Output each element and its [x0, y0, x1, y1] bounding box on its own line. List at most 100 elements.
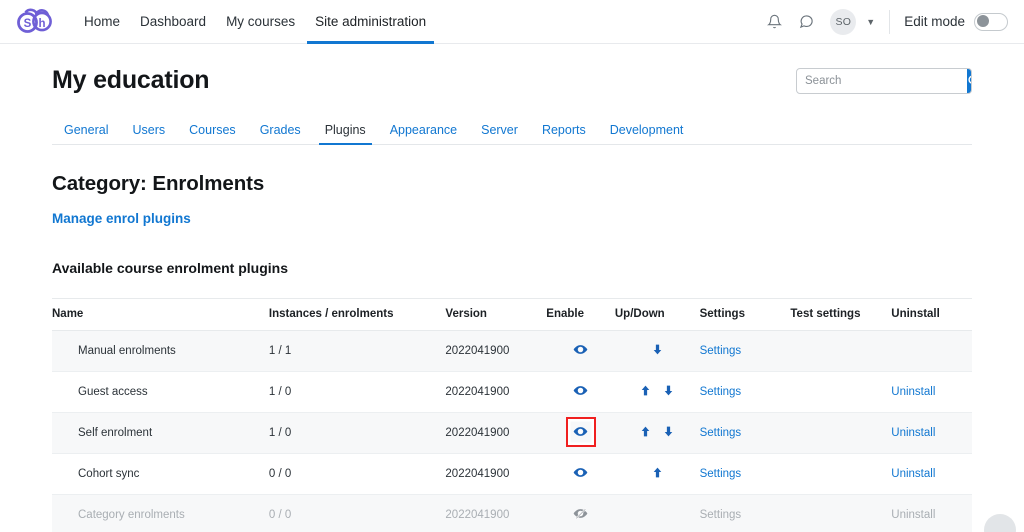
nav-link-my-courses[interactable]: My courses [216, 0, 305, 44]
cell-updown [614, 371, 700, 413]
uninstall-link[interactable]: Uninstall [891, 468, 935, 480]
updown-arrows [651, 466, 664, 482]
admin-tabbar: General Users Courses Grades Plugins App… [52, 115, 972, 145]
cell-plugin-name: Manual enrolments [52, 330, 269, 372]
eye-icon[interactable] [573, 383, 588, 398]
move-up-button[interactable] [639, 384, 652, 400]
col-header-uninstall: Uninstall [891, 299, 972, 331]
table-head: Name Instances / enrolments Version Enab… [52, 299, 972, 331]
cell-test-settings [790, 371, 892, 413]
tab-courses[interactable]: Courses [177, 115, 248, 144]
table-row: Self enrolment 1 / 0 2022041900 Settings Uni… [52, 412, 972, 454]
navbar-right-cluster: SO ▼ Edit mode [760, 8, 1008, 36]
tab-users[interactable]: Users [120, 115, 177, 144]
table-row: Guest access 1 / 0 2022041900 Settings Unins… [52, 371, 972, 413]
cell-plugin-name: Guest access [52, 371, 269, 413]
cell-updown [614, 330, 700, 372]
cell-version: 2022041900 [445, 412, 547, 454]
eye-icon[interactable] [573, 342, 588, 357]
tab-grades[interactable]: Grades [248, 115, 313, 144]
move-up-button[interactable] [639, 425, 652, 441]
settings-link[interactable]: Settings [700, 509, 742, 521]
cell-enable [546, 412, 615, 454]
app-viewport: S h Home Dashboard My courses Site admin… [0, 0, 1024, 532]
col-header-instances: Instances / enrolments [268, 299, 446, 331]
edit-mode-toggle[interactable] [974, 12, 1008, 31]
tab-development[interactable]: Development [598, 115, 696, 144]
cell-version: 2022041900 [445, 453, 547, 495]
cell-settings: Settings [699, 453, 791, 495]
updown-arrows [639, 425, 675, 441]
edit-mode-control[interactable]: Edit mode [904, 12, 1008, 31]
chevron-down-icon[interactable]: ▼ [866, 17, 875, 27]
search-icon [968, 75, 971, 84]
svg-text:h: h [38, 18, 45, 30]
arrow-up-icon [653, 467, 662, 478]
category-heading: Category: Enrolments [52, 172, 265, 195]
settings-link[interactable]: Settings [700, 386, 742, 398]
move-down-button[interactable] [662, 425, 675, 441]
eye-icon[interactable] [565, 416, 596, 447]
cell-updown [614, 453, 700, 495]
arrow-up-icon [641, 426, 650, 437]
toggle-knob [977, 15, 989, 27]
cell-plugin-name: Self enrolment [52, 412, 269, 454]
col-header-updown: Up/Down [614, 299, 700, 331]
avatar[interactable]: SO [830, 8, 857, 35]
tab-plugins[interactable]: Plugins [313, 115, 378, 145]
tab-appearance[interactable]: Appearance [378, 115, 469, 144]
cell-enable [546, 494, 615, 532]
eye-icon[interactable] [573, 465, 588, 480]
move-down-button[interactable] [651, 343, 664, 359]
arrow-down-icon [653, 344, 662, 355]
uninstall-link[interactable]: Uninstall [891, 427, 935, 439]
cell-test-settings [790, 494, 892, 532]
table-row: Cohort sync 0 / 0 2022041900 Settings Uninst… [52, 453, 972, 495]
move-up-button[interactable] [651, 466, 664, 482]
eye-off-icon[interactable] [573, 506, 588, 521]
settings-link[interactable]: Settings [700, 468, 742, 480]
table-header-row: Name Instances / enrolments Version Enab… [52, 299, 972, 331]
primary-nav: Home Dashboard My courses Site administr… [74, 0, 436, 44]
cell-settings: Settings [699, 494, 791, 532]
site-logo[interactable]: S h [12, 5, 56, 39]
settings-link[interactable]: Settings [700, 427, 742, 439]
col-header-name: Name [52, 299, 269, 331]
tab-server[interactable]: Server [469, 115, 530, 144]
cell-uninstall: Uninstall [891, 453, 972, 495]
arrow-down-icon [664, 385, 673, 396]
tab-general[interactable]: General [52, 115, 120, 144]
search-button[interactable] [967, 68, 971, 93]
cell-enable [546, 371, 615, 413]
col-header-version: Version [445, 299, 547, 331]
nav-link-dashboard[interactable]: Dashboard [130, 0, 216, 44]
col-header-enable: Enable [546, 299, 615, 331]
table-body: Manual enrolments 1 / 1 2022041900 Settings… [52, 330, 972, 532]
manage-enrol-plugins-link[interactable]: Manage enrol plugins [52, 211, 191, 226]
svg-text:S: S [24, 18, 32, 30]
table-row: Manual enrolments 1 / 1 2022041900 Settings [52, 330, 972, 372]
bell-icon[interactable] [760, 8, 788, 36]
table-row: Category enrolments 0 / 0 2022041900 Settin… [52, 494, 972, 532]
cell-instances: 1 / 0 [268, 412, 446, 454]
message-bubble-icon[interactable] [792, 8, 820, 36]
search-input[interactable] [797, 68, 967, 93]
cell-settings: Settings [699, 330, 791, 372]
move-down-button[interactable] [662, 384, 675, 400]
cell-uninstall: Uninstall [891, 494, 972, 532]
settings-link[interactable]: Settings [700, 345, 742, 357]
tab-reports[interactable]: Reports [530, 115, 598, 144]
cell-test-settings [790, 412, 892, 454]
cell-enable [546, 330, 615, 372]
col-header-settings: Settings [699, 299, 791, 331]
uninstall-link[interactable]: Uninstall [891, 386, 935, 398]
nav-link-site-administration[interactable]: Site administration [305, 0, 436, 44]
cell-uninstall [891, 330, 972, 372]
uninstall-link[interactable]: Uninstall [891, 509, 935, 521]
col-header-test-settings: Test settings [790, 299, 892, 331]
cell-enable [546, 453, 615, 495]
nav-link-home[interactable]: Home [74, 0, 130, 44]
cell-updown [614, 494, 700, 532]
cell-version: 2022041900 [445, 371, 547, 413]
cell-instances: 0 / 0 [268, 453, 446, 495]
